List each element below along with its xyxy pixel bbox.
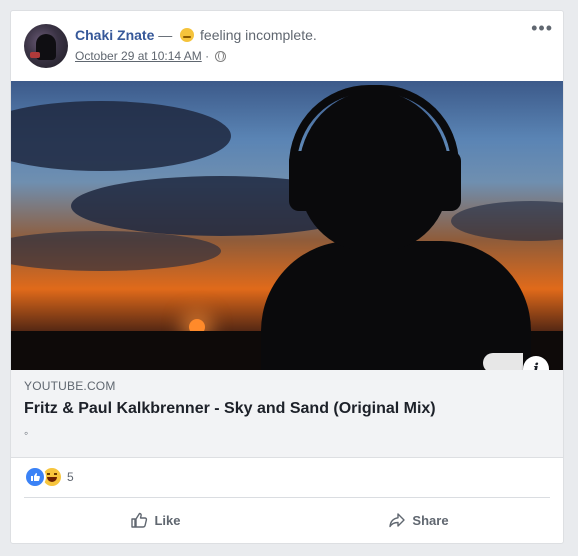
share-arrow-icon bbox=[388, 511, 406, 529]
post-meta: October 29 at 10:14 AM · bbox=[75, 49, 227, 63]
more-options-button[interactable]: ••• bbox=[531, 19, 553, 37]
share-label: Share bbox=[412, 512, 449, 528]
info-tab bbox=[483, 353, 523, 370]
post-header: Chaki Znate — feeling incomplete. bbox=[75, 27, 317, 43]
header-separator: — bbox=[158, 27, 173, 43]
reaction-count[interactable]: 5 bbox=[67, 470, 74, 484]
reactions-summary[interactable]: 5 bbox=[24, 466, 74, 488]
author-name[interactable]: Chaki Znate bbox=[75, 27, 154, 43]
cloud-shape bbox=[11, 101, 231, 171]
cloud-shape bbox=[451, 201, 563, 241]
link-title[interactable]: Fritz & Paul Kalkbrenner - Sky and Sand … bbox=[24, 400, 436, 418]
link-description: ◦ bbox=[24, 426, 29, 440]
avatar-detail bbox=[30, 52, 40, 58]
link-domain: YOUTUBE.COM bbox=[24, 379, 116, 393]
author-avatar[interactable] bbox=[24, 24, 68, 68]
link-preview[interactable]: YOUTUBE.COM Fritz & Paul Kalkbrenner - S… bbox=[11, 370, 563, 458]
post-actions: Like Share bbox=[24, 504, 550, 536]
globe-icon[interactable] bbox=[215, 51, 227, 62]
post-timestamp[interactable]: October 29 at 10:14 AM bbox=[75, 49, 202, 63]
divider bbox=[24, 497, 550, 498]
post-card: Chaki Znate — feeling incomplete. Octobe… bbox=[10, 10, 564, 544]
feeling-emoji-icon bbox=[180, 28, 195, 42]
headphones-band bbox=[289, 85, 459, 165]
like-label: Like bbox=[154, 512, 181, 528]
headphones-cup-right bbox=[433, 151, 461, 211]
meta-separator: · bbox=[205, 49, 210, 63]
share-button[interactable]: Share bbox=[287, 504, 550, 536]
headphones-cup-left bbox=[289, 151, 317, 211]
thumbs-up-icon bbox=[130, 511, 148, 529]
cloud-shape bbox=[11, 231, 221, 271]
like-button[interactable]: Like bbox=[24, 504, 287, 536]
feeling-text: feeling incomplete. bbox=[200, 27, 317, 43]
video-thumbnail[interactable]: i bbox=[11, 81, 563, 370]
like-reaction-icon bbox=[24, 466, 46, 488]
silhouette-body bbox=[261, 241, 531, 370]
